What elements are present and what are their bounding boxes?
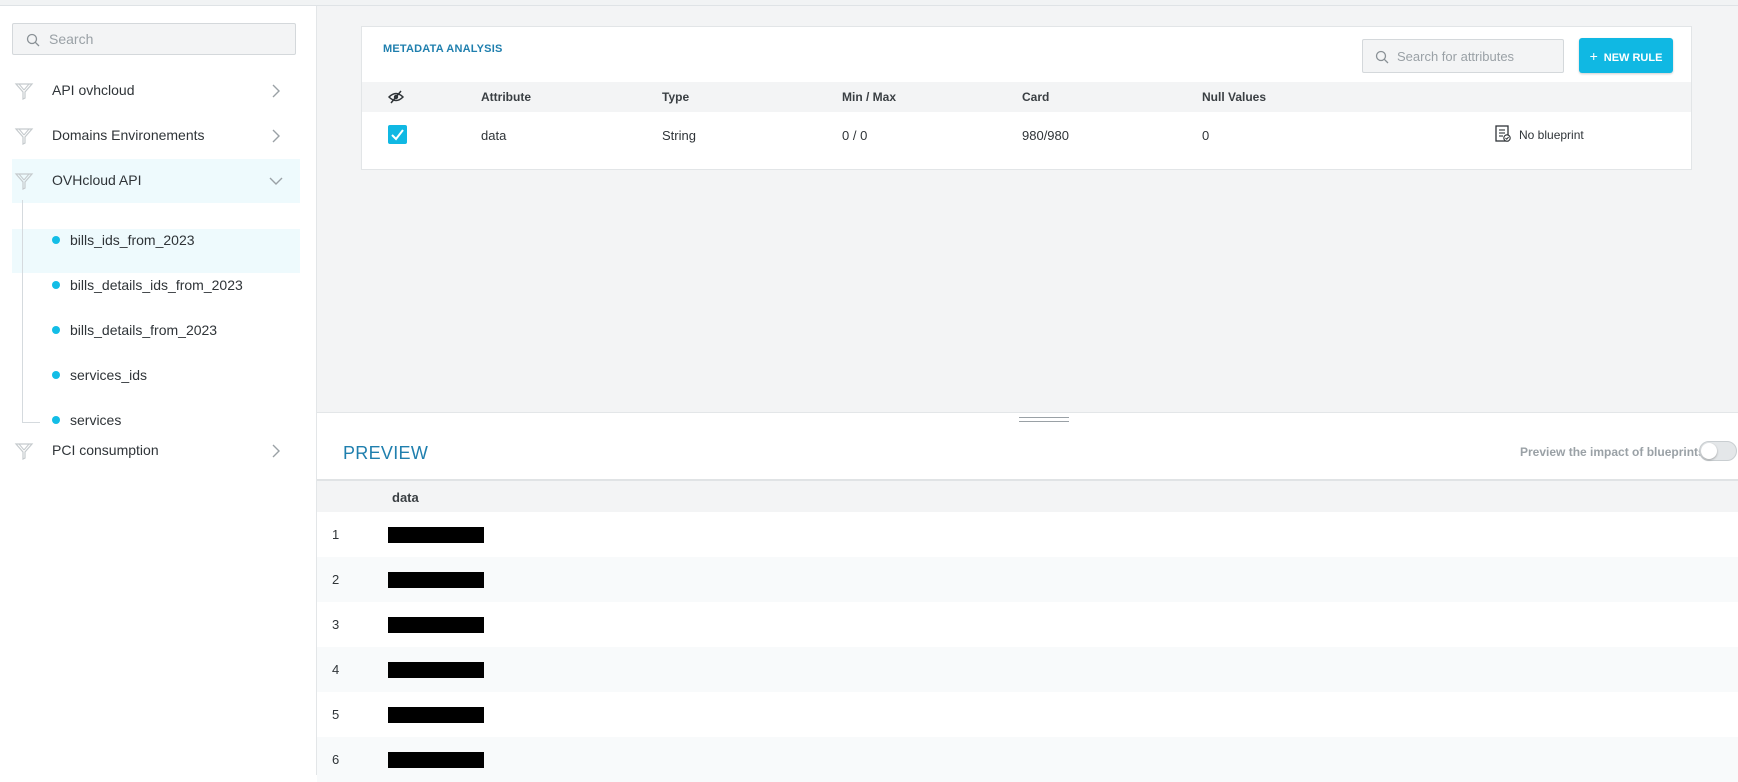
sidebar-item-label: PCI consumption bbox=[52, 442, 159, 458]
row-index: 5 bbox=[332, 707, 340, 722]
sidebar-item-label: API ovhcloud bbox=[52, 82, 135, 98]
row-index: 1 bbox=[332, 527, 340, 542]
preview-panel: PREVIEW Preview the impact of blueprints… bbox=[317, 412, 1738, 782]
sidebar-child-label: bills_details_ids_from_2023 bbox=[70, 277, 243, 293]
status-dot bbox=[52, 326, 60, 334]
new-rule-label: NEW RULE bbox=[1603, 51, 1663, 64]
funnel-icon bbox=[14, 173, 34, 190]
funnel-icon bbox=[14, 83, 34, 100]
new-rule-button[interactable]: + NEW RULE bbox=[1579, 38, 1673, 73]
chevron-right-icon[interactable] bbox=[268, 128, 284, 144]
sidebar-item-ovhcloud-api[interactable]: OVHcloud API bbox=[12, 159, 300, 203]
attribute-search[interactable] bbox=[1362, 39, 1564, 73]
table-row: data String 0 / 0 980/980 0 No blueprint bbox=[362, 112, 1691, 160]
row-index: 2 bbox=[332, 572, 340, 587]
sidebar: API ovhcloud Domains Environements OVHcl… bbox=[0, 6, 317, 775]
column-header-type[interactable]: Type bbox=[662, 90, 689, 104]
sidebar-item-api-ovhcloud[interactable]: API ovhcloud bbox=[12, 69, 300, 113]
tree-connector bbox=[22, 200, 23, 423]
row-index: 3 bbox=[332, 617, 340, 632]
cell-minmax: 0 / 0 bbox=[842, 128, 868, 143]
sidebar-child-label: services_ids bbox=[70, 367, 148, 383]
metadata-card: METADATA ANALYSIS + NEW RULE Attribute Ty… bbox=[361, 26, 1692, 170]
table-row: 2 bbox=[317, 557, 1738, 602]
check-icon bbox=[391, 129, 404, 141]
sidebar-search[interactable] bbox=[12, 23, 296, 55]
table-row: 3 bbox=[317, 602, 1738, 647]
blueprint-icon[interactable] bbox=[1495, 125, 1511, 143]
eye-slash-icon[interactable] bbox=[388, 90, 404, 104]
sidebar-child-label: services bbox=[70, 412, 122, 428]
column-header-card[interactable]: Card bbox=[1022, 90, 1049, 104]
status-dot bbox=[52, 371, 60, 379]
chevron-down-icon[interactable] bbox=[268, 173, 284, 189]
blueprint-status[interactable]: No blueprint bbox=[1519, 128, 1584, 142]
tree-connector-end bbox=[22, 422, 40, 423]
impact-toggle[interactable] bbox=[1699, 441, 1737, 461]
search-icon bbox=[1375, 50, 1389, 64]
metadata-table-header: Attribute Type Min / Max Card Null Value… bbox=[362, 82, 1691, 112]
table-row: 5 bbox=[317, 692, 1738, 737]
column-header-minmax[interactable]: Min / Max bbox=[842, 90, 896, 104]
table-row: 1 bbox=[317, 512, 1738, 557]
plus-icon: + bbox=[1589, 47, 1598, 64]
visibility-checkbox[interactable] bbox=[388, 125, 407, 144]
cell-null-values: 0 bbox=[1202, 128, 1210, 143]
redacted-value bbox=[388, 752, 484, 768]
preview-table-header: data bbox=[317, 479, 1738, 512]
sidebar-item-pci-consumption[interactable]: PCI consumption bbox=[12, 429, 300, 473]
redacted-value bbox=[388, 572, 484, 588]
sidebar-item-label: OVHcloud API bbox=[52, 172, 142, 188]
status-dot bbox=[52, 236, 60, 244]
table-row: 6 bbox=[317, 737, 1738, 782]
sidebar-child-label: bills_ids_from_2023 bbox=[70, 232, 195, 248]
cell-card: 980/980 bbox=[1022, 128, 1069, 143]
impact-toggle-label: Preview the impact of blueprints bbox=[1520, 445, 1705, 459]
column-header-null-values[interactable]: Null Values bbox=[1202, 90, 1266, 104]
table-row: 4 bbox=[317, 647, 1738, 692]
sidebar-item-label: Domains Environements bbox=[52, 127, 205, 143]
column-header-attribute[interactable]: Attribute bbox=[481, 90, 531, 104]
redacted-value bbox=[388, 707, 484, 723]
preview-title: PREVIEW bbox=[343, 443, 429, 463]
status-dot bbox=[52, 416, 60, 424]
attribute-search-input[interactable] bbox=[1397, 40, 1557, 72]
funnel-icon bbox=[14, 128, 34, 145]
row-index: 4 bbox=[332, 662, 340, 677]
resize-handle[interactable] bbox=[1019, 417, 1069, 423]
sidebar-child-label: bills_details_from_2023 bbox=[70, 322, 218, 338]
redacted-value bbox=[388, 617, 484, 633]
search-icon bbox=[26, 33, 40, 47]
status-dot bbox=[52, 281, 60, 289]
row-index: 6 bbox=[332, 752, 340, 767]
main-panel: METADATA ANALYSIS + NEW RULE Attribute Ty… bbox=[317, 6, 1738, 412]
column-header-data[interactable]: data bbox=[392, 490, 419, 505]
redacted-value bbox=[388, 527, 484, 543]
funnel-icon bbox=[14, 443, 34, 460]
sidebar-item-domains-environements[interactable]: Domains Environements bbox=[12, 114, 300, 158]
redacted-value bbox=[388, 662, 484, 678]
metadata-title: METADATA ANALYSIS bbox=[383, 43, 503, 55]
sidebar-search-input[interactable] bbox=[49, 24, 289, 54]
chevron-right-icon[interactable] bbox=[268, 443, 284, 459]
cell-attribute: data bbox=[481, 128, 507, 143]
toggle-knob bbox=[1701, 443, 1717, 459]
chevron-right-icon[interactable] bbox=[268, 83, 284, 99]
cell-type: String bbox=[662, 128, 696, 143]
